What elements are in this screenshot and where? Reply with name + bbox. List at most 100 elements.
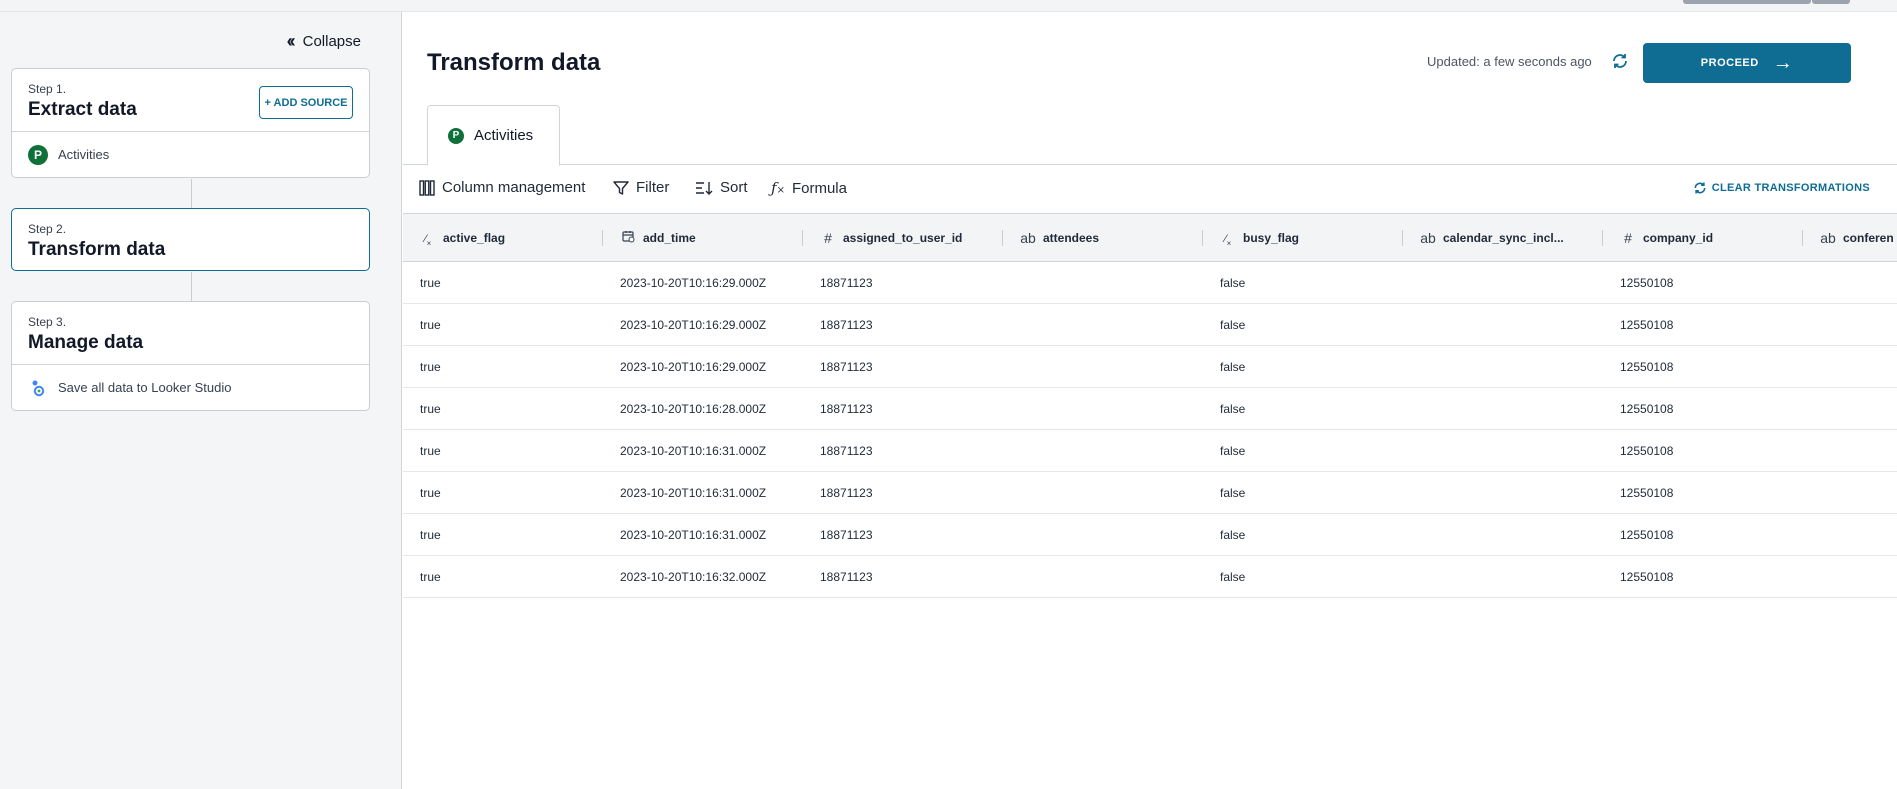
table-cell: false	[1220, 444, 1246, 458]
table-cell	[1403, 514, 1603, 556]
destination-item-looker-studio[interactable]: Save all data to Looker Studio	[12, 364, 369, 410]
text-icon: ab	[1420, 230, 1436, 246]
step-connector	[191, 272, 192, 301]
refresh-icon	[1694, 182, 1706, 194]
table-cell	[1403, 304, 1603, 346]
column-header[interactable]: ab attendees	[1003, 214, 1203, 262]
table-cell: 18871123	[820, 360, 873, 374]
add-source-button[interactable]: + ADD SOURCE	[259, 86, 353, 119]
table-cell	[1803, 556, 1897, 598]
table-cell: 18871123	[820, 276, 873, 290]
column-header[interactable]: ⁄× active_flag	[403, 214, 603, 262]
collapse-button[interactable]: ‹‹ Collapse	[287, 31, 361, 52]
table-cell: 18871123	[820, 486, 873, 500]
table-cell: false	[1220, 318, 1246, 332]
tab-activities[interactable]: P Activities	[427, 105, 560, 166]
table-cell	[1003, 430, 1203, 472]
column-header[interactable]: # assigned_to_user_id	[803, 214, 1003, 262]
step-card-manage: Step 3. Manage data Save all data to Loo…	[11, 301, 370, 411]
step-header[interactable]: Step 3. Manage data	[12, 302, 369, 364]
step-card-transform[interactable]: Step 2. Transform data	[11, 208, 370, 271]
clear-transformations-button[interactable]: CLEAR TRANSFORMATIONS	[1693, 181, 1870, 195]
table-cell	[1003, 346, 1203, 388]
data-table: ⁄× active_flag add_time # assigned_to_user_i…	[403, 214, 1897, 598]
column-header-label: calendar_sync_incl...	[1443, 231, 1564, 245]
table-cell	[1403, 472, 1603, 514]
number-icon: #	[1624, 230, 1632, 246]
boolean-icon: ⁄×	[1224, 232, 1232, 248]
table-cell: 12550108	[1620, 528, 1674, 542]
table-body: true 2023-10-20T10:16:29.000Z 18871123 fals…	[403, 262, 1897, 598]
sort-icon	[696, 181, 713, 195]
table-cell: true	[420, 444, 441, 458]
table-row: true 2023-10-20T10:16:29.000Z 18871123 fals…	[403, 346, 1897, 388]
table-cell	[1403, 430, 1603, 472]
sidebar: ‹‹ Collapse Step 1. Extract data + ADD S…	[0, 12, 402, 789]
table-cell: 12550108	[1620, 486, 1674, 500]
table-cell	[1803, 514, 1897, 556]
boolean-icon: ⁄×	[424, 232, 432, 248]
step-title: Manage data	[28, 332, 144, 353]
table-cell: false	[1220, 360, 1246, 374]
pipedrive-logo-icon: P	[448, 127, 464, 144]
top-bar-control[interactable]	[1683, 0, 1811, 4]
table-cell: true	[420, 570, 441, 584]
arrow-right-icon: →	[1772, 51, 1794, 74]
step-header[interactable]: Step 1. Extract data + ADD SOURCE	[12, 69, 369, 131]
table-row: true 2023-10-20T10:16:29.000Z 18871123 fals…	[403, 304, 1897, 346]
table-cell: 2023-10-20T10:16:31.000Z	[620, 444, 767, 458]
tab-bar: P Activities	[403, 105, 1897, 166]
step-header: Step 2. Transform data	[12, 209, 369, 271]
table-cell: 12550108	[1620, 402, 1674, 416]
table-row: true 2023-10-20T10:16:31.000Z 18871123 fals…	[403, 472, 1897, 514]
column-header[interactable]: add_time	[603, 214, 803, 262]
table-cell: false	[1220, 528, 1246, 542]
main-panel: Transform data Updated: a few seconds ag…	[403, 12, 1897, 789]
column-header[interactable]: ab conferen	[1803, 214, 1897, 262]
toolbar: Column management Filter Sort ƒ× Formula…	[403, 165, 1897, 214]
text-icon: ab	[1020, 230, 1036, 246]
table-cell: false	[1220, 570, 1246, 584]
table-cell: false	[1220, 402, 1246, 416]
top-bar-control[interactable]	[1812, 0, 1850, 4]
proceed-button[interactable]: PROCEED →	[1643, 43, 1851, 83]
column-management-button[interactable]: Column management	[419, 179, 585, 196]
sort-button[interactable]: Sort	[695, 179, 748, 196]
step-title: Transform data	[28, 239, 166, 260]
table-cell	[1003, 514, 1203, 556]
column-management-label: Column management	[442, 179, 586, 196]
column-header[interactable]: ⁄× busy_flag	[1203, 214, 1403, 262]
column-header-label: company_id	[1643, 231, 1714, 245]
filter-button[interactable]: Filter	[613, 179, 669, 196]
table-cell: 2023-10-20T10:16:29.000Z	[620, 318, 767, 332]
table-row: true 2023-10-20T10:16:29.000Z 18871123 fals…	[403, 262, 1897, 304]
table-cell: true	[420, 402, 441, 416]
column-header[interactable]: ab calendar_sync_incl...	[1403, 214, 1603, 262]
table-row: true 2023-10-20T10:16:32.000Z 18871123 fals…	[403, 556, 1897, 598]
table-cell: 18871123	[820, 402, 873, 416]
filter-label: Filter	[636, 179, 670, 196]
top-bar	[0, 0, 1897, 12]
number-icon: #	[824, 230, 832, 246]
table-cell	[1803, 346, 1897, 388]
table-cell: false	[1220, 276, 1246, 290]
table-cell: 2023-10-20T10:16:29.000Z	[620, 276, 767, 290]
refresh-icon[interactable]	[1611, 52, 1629, 70]
column-header-label: assigned_to_user_id	[843, 231, 963, 245]
step-card-extract: Step 1. Extract data + ADD SOURCE P Acti…	[11, 68, 370, 178]
table-cell	[1403, 262, 1603, 304]
column-header-label: attendees	[1043, 231, 1100, 245]
source-item-label: Activities	[58, 147, 110, 162]
columns-icon	[419, 179, 435, 196]
column-header[interactable]: # company_id	[1603, 214, 1803, 262]
table-cell	[1003, 472, 1203, 514]
table-cell: 18871123	[820, 318, 873, 332]
step-connector	[191, 179, 192, 208]
clear-transformations-label: CLEAR TRANSFORMATIONS	[1711, 182, 1870, 194]
formula-button[interactable]: ƒ× Formula	[771, 179, 847, 197]
table-cell	[1803, 472, 1897, 514]
table-cell	[1003, 304, 1203, 346]
formula-icon: ƒ×	[771, 179, 785, 197]
source-item-activities[interactable]: P Activities	[12, 131, 369, 177]
table-cell: false	[1220, 486, 1246, 500]
